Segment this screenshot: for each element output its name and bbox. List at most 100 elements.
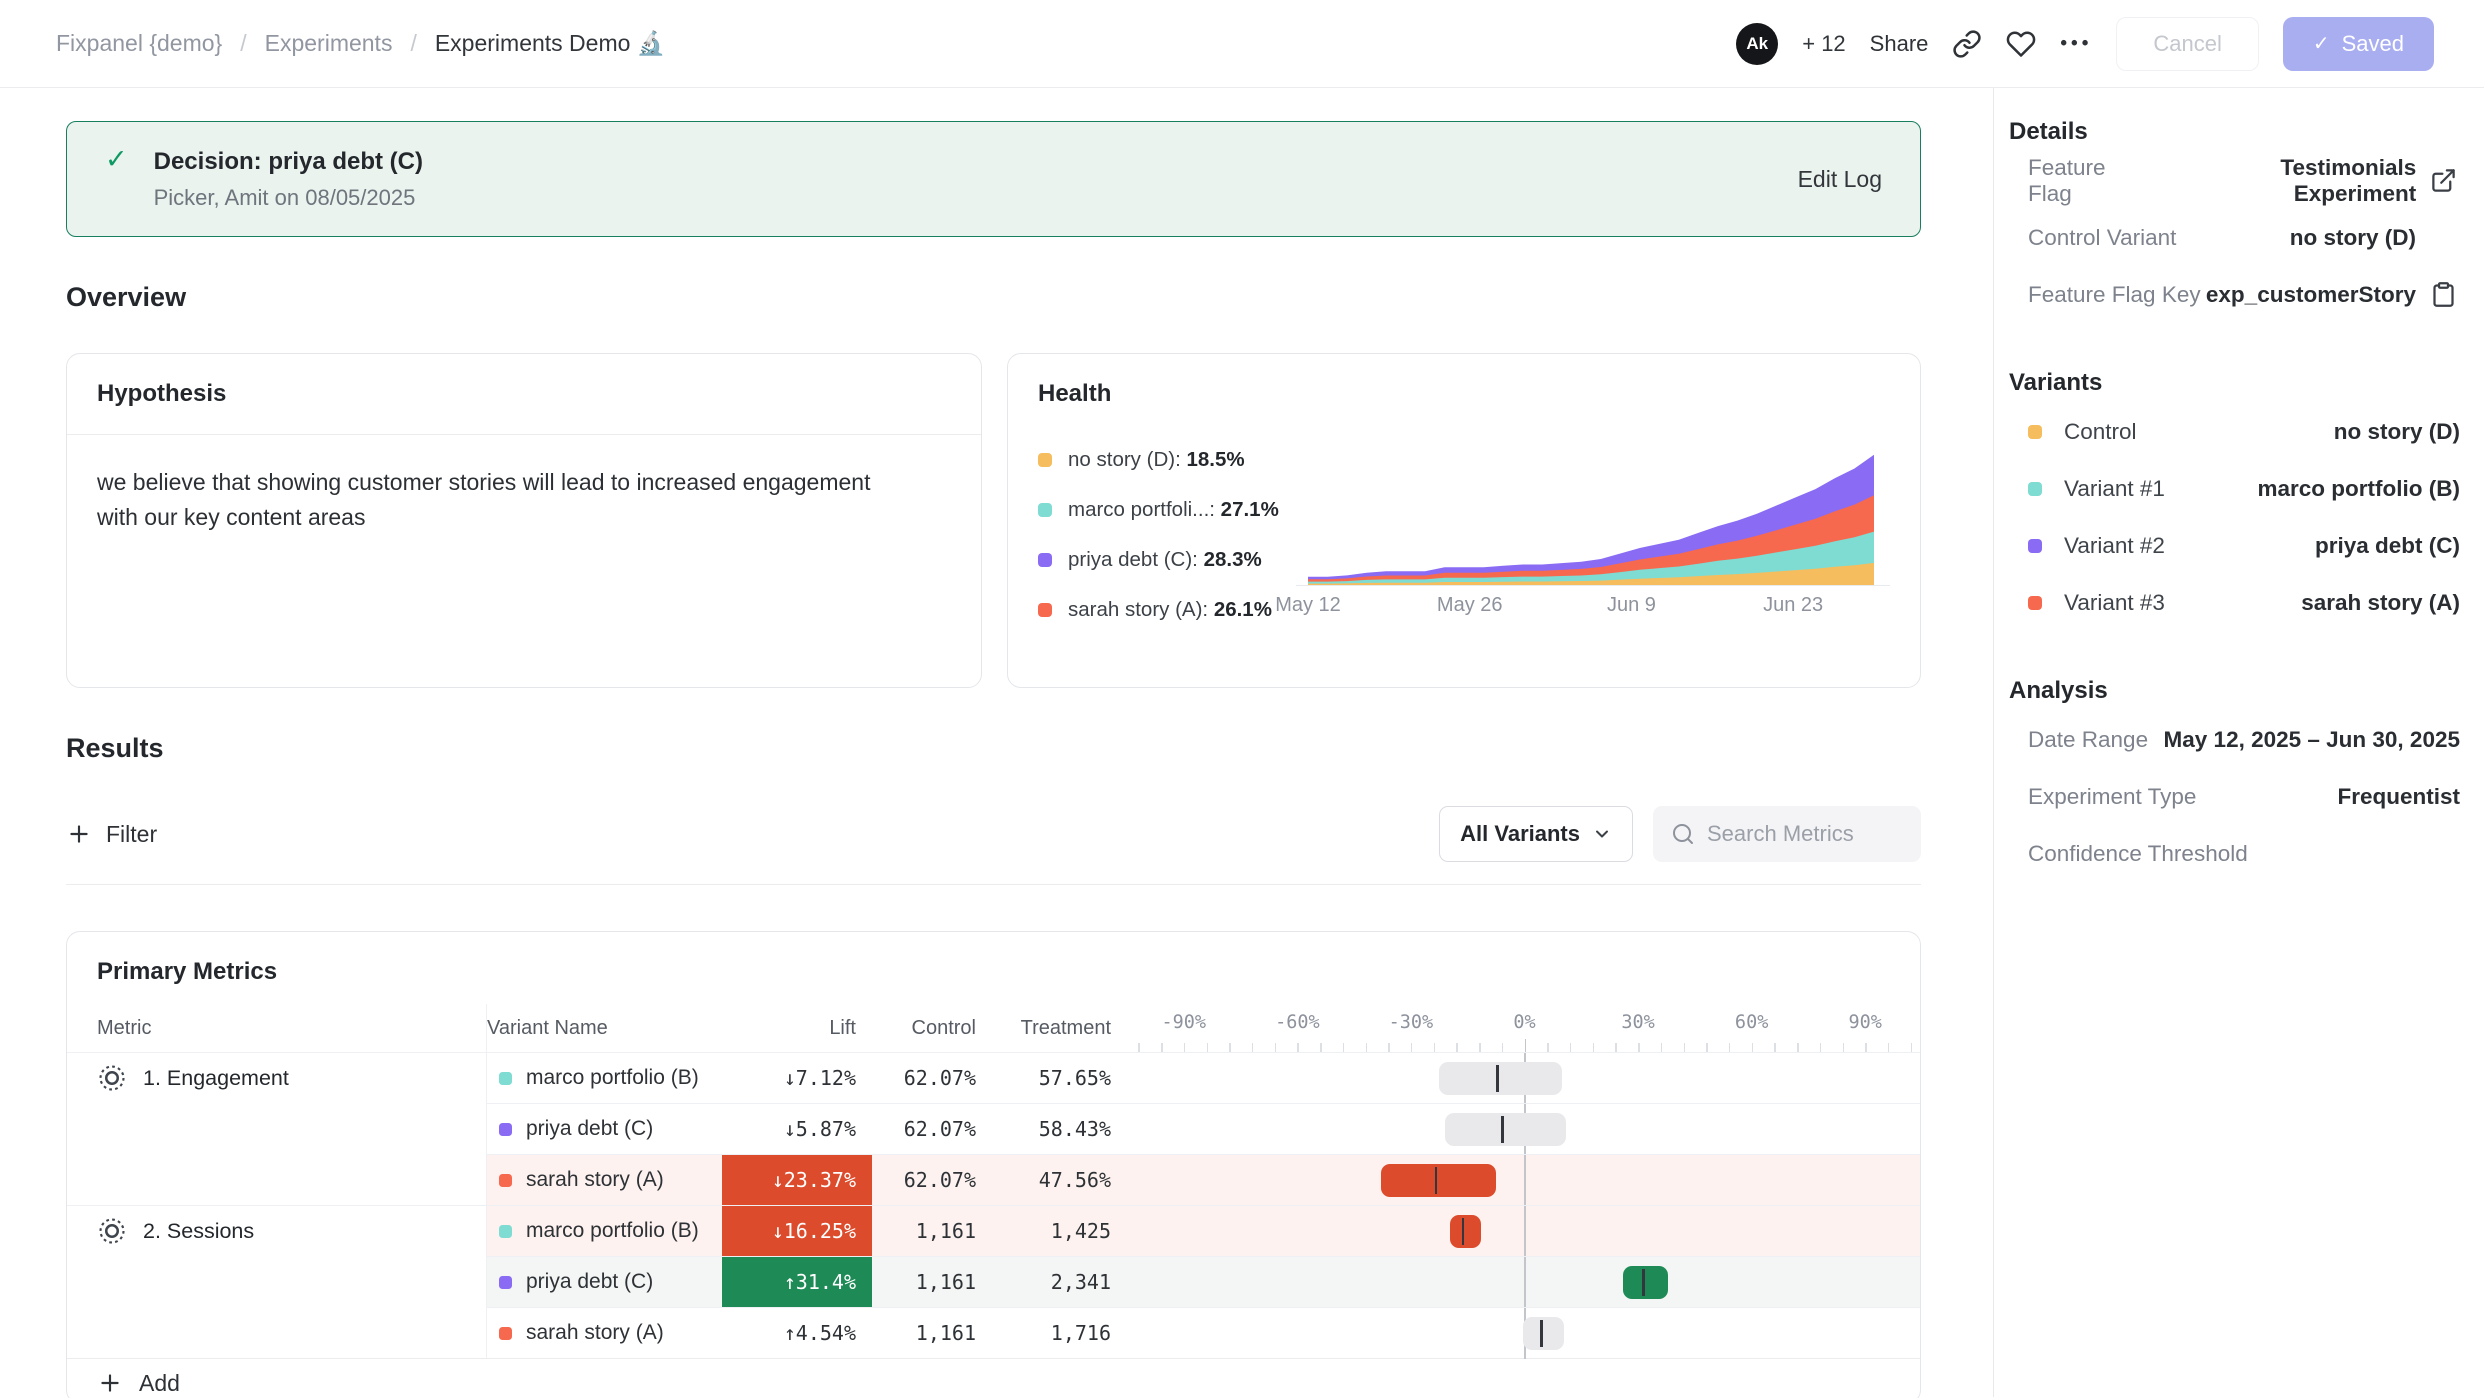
variant-value: priya debt (C) <box>2315 533 2460 559</box>
legend-value: 26.1% <box>1214 598 1272 621</box>
breadcrumb-item[interactable]: Experiments Demo 🔬 <box>435 30 666 57</box>
saved-button[interactable]: ✓ Saved <box>2283 17 2434 71</box>
axis-tick-mark <box>1138 1043 1140 1052</box>
analysis-rows: Date RangeMay 12, 2025 – Jun 30, 2025Exp… <box>2009 711 2460 882</box>
analysis-row: Experiment TypeFrequentist <box>2009 768 2460 825</box>
variant-cell: priya debt (C) <box>487 1103 722 1154</box>
top-bar: Fixpanel {demo}/Experiments/Experiments … <box>0 0 2484 88</box>
table-row: sarah story (A) ↑4.54%1,1611,716 <box>67 1307 1920 1358</box>
table-header: Metric Variant Name Lift Control Treatme… <box>67 1004 1920 1052</box>
plus-icon <box>66 821 92 847</box>
variant-color-swatch <box>499 1225 512 1238</box>
search-metrics-input[interactable] <box>1707 821 1903 847</box>
axis-tick-mark <box>1593 1043 1595 1052</box>
plus-icon <box>97 1370 123 1396</box>
variant-color-swatch <box>1038 603 1052 617</box>
x-tick-label: May 26 <box>1437 594 1503 617</box>
axis-tick-mark <box>1547 1043 1549 1052</box>
axis-tick-mark <box>1207 1043 1209 1052</box>
control-value: 1,161 <box>872 1205 992 1256</box>
x-tick-label: Jun 9 <box>1607 594 1656 617</box>
link-icon[interactable] <box>1952 29 1982 59</box>
axis-tick-mark <box>1479 1043 1481 1052</box>
more-options-button[interactable]: ••• <box>2060 33 2092 55</box>
variant-cell: marco portfolio (B) <box>487 1052 722 1103</box>
axis-tick-mark <box>1502 1043 1504 1052</box>
table-row: 2. Sessionsmarco portfolio (B)↓16.25%1,1… <box>67 1205 1920 1256</box>
chevron-down-icon <box>1592 824 1612 844</box>
lift-cell: ↑31.4% <box>722 1256 872 1307</box>
lift-cell: ↑4.54% <box>722 1307 872 1358</box>
axis-tick-label: 90% <box>1848 1012 1881 1033</box>
table-row: sarah story (A)↓23.37%62.07%47.56% <box>67 1154 1920 1205</box>
analysis-label: Date Range <box>2028 727 2148 753</box>
external-link-icon[interactable] <box>2430 167 2460 194</box>
share-button[interactable]: Share <box>1870 31 1929 57</box>
axis-tick-label: -90% <box>1162 1012 1207 1033</box>
axis-tick-mark <box>1684 1043 1686 1052</box>
lift-value: ↓5.87% <box>784 1117 872 1141</box>
variant-color-swatch <box>2028 425 2042 439</box>
add-filter-button[interactable]: Filter <box>66 821 157 848</box>
decision-banner: ✓ Decision: priya debt (C) Picker, Amit … <box>66 121 1921 237</box>
hypothesis-body: we believe that showing customer stories… <box>67 435 947 564</box>
axis-tick-mark <box>1820 1043 1822 1052</box>
variant-name: marco portfolio (B) <box>526 1066 699 1090</box>
variant-slot-label: Variant #3 <box>2064 590 2165 616</box>
lift-value-badge: ↓23.37% <box>722 1155 872 1206</box>
cancel-button[interactable]: Cancel <box>2116 17 2258 71</box>
lift-cell: ↓7.12% <box>722 1052 872 1103</box>
heart-icon[interactable] <box>2006 29 2036 59</box>
lift-cell: ↓23.37% <box>722 1154 872 1205</box>
x-tick-label: Jun 23 <box>1763 594 1823 617</box>
edit-log-button[interactable]: Edit Log <box>1798 166 1882 193</box>
column-metric: Metric <box>67 1004 487 1052</box>
health-card: Health no story (D): 18.5%marco portfoli… <box>1007 353 1921 688</box>
analysis-row: Date RangeMay 12, 2025 – Jun 30, 2025 <box>2009 711 2460 768</box>
breadcrumb-item[interactable]: Fixpanel {demo} <box>56 30 222 57</box>
axis-tick-mark <box>1297 1043 1299 1052</box>
treatment-value: 1,425 <box>992 1205 1127 1256</box>
variant-filter-dropdown[interactable]: All Variants <box>1439 806 1633 862</box>
column-lift: Lift <box>722 1017 872 1040</box>
lift-value: ↓7.12% <box>784 1066 872 1090</box>
axis-tick-mark <box>1366 1043 1368 1052</box>
detail-value: no story (D) <box>2290 225 2416 251</box>
axis-tick-mark <box>1184 1043 1186 1052</box>
treatment-value: 1,716 <box>992 1307 1127 1358</box>
avatar[interactable]: Ak <box>1736 23 1778 65</box>
legend-label: marco portfoli...: 27.1% <box>1068 498 1279 522</box>
lift-value: ↑4.54% <box>784 1321 872 1345</box>
collaborators-count[interactable]: + 12 <box>1802 31 1845 57</box>
axis-tick-mark <box>1706 1043 1708 1052</box>
point-estimate-tick <box>1540 1320 1543 1347</box>
control-value: 62.07% <box>872 1103 992 1154</box>
point-estimate-tick <box>1496 1065 1499 1092</box>
axis-tick-mark <box>1797 1043 1799 1052</box>
treatment-value: 57.65% <box>992 1052 1127 1103</box>
clipboard-icon[interactable] <box>2430 281 2460 308</box>
detail-row: Feature Flag Keyexp_customerStory <box>2009 266 2460 323</box>
variant-row: Variant #3sarah story (A) <box>2009 574 2460 631</box>
add-metric-button[interactable]: Add <box>97 1370 180 1397</box>
confidence-interval-cell <box>1127 1103 1921 1154</box>
variant-name: priya debt (C) <box>526 1117 653 1141</box>
variant-slot-label: Control <box>2064 419 2137 445</box>
axis-tick-mark <box>1888 1043 1890 1052</box>
detail-label: Feature Flag <box>2028 155 2154 207</box>
confidence-interval-bar <box>1445 1113 1566 1146</box>
axis-tick-mark <box>1161 1043 1163 1052</box>
breadcrumb: Fixpanel {demo}/Experiments/Experiments … <box>56 30 665 57</box>
legend-item: no story (D): 18.5% <box>1038 448 1288 472</box>
legend-label: no story (D): 18.5% <box>1068 448 1245 472</box>
axis-tick-mark <box>1661 1043 1663 1052</box>
axis-tick-mark <box>1456 1043 1458 1052</box>
variant-color-swatch <box>2028 482 2042 496</box>
primary-metrics-title: Primary Metrics <box>67 932 1920 1004</box>
control-value: 1,161 <box>872 1307 992 1358</box>
confidence-interval-cell <box>1127 1154 1921 1205</box>
legend-value: 18.5% <box>1186 448 1244 471</box>
variant-cell: sarah story (A) <box>487 1307 722 1358</box>
saved-label: Saved <box>2342 31 2404 57</box>
breadcrumb-item[interactable]: Experiments <box>265 30 393 57</box>
